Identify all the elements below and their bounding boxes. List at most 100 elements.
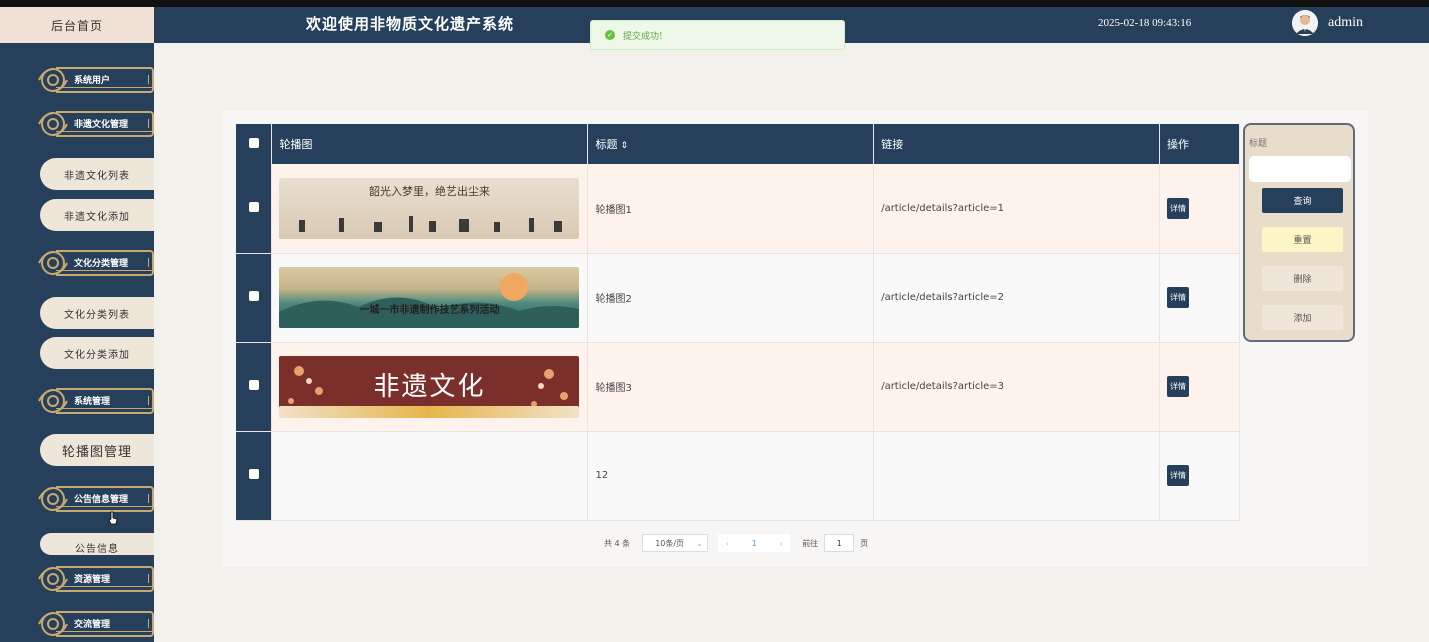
table-row: 12 详情 [236, 405, 1240, 521]
prev-page-icon[interactable]: ‹ [718, 534, 737, 552]
sidebar-item-category-add[interactable]: 文化分类添加 [40, 337, 154, 369]
next-page-icon[interactable]: › [772, 534, 791, 552]
actions-cell: 详情 [1159, 253, 1240, 343]
title-cell: 轮播图3 [587, 342, 875, 432]
sort-icon[interactable]: ⇕ [620, 141, 628, 151]
sidebar-item-category-list[interactable]: 文化分类列表 [40, 297, 154, 329]
detail-button[interactable]: 详情 [1167, 376, 1190, 397]
user-avatar[interactable] [1292, 10, 1318, 36]
sidebar-item-heritage-add[interactable]: 非遗文化添加 [40, 199, 154, 231]
sidebar-item-announcement[interactable]: 公告信息 [40, 533, 154, 555]
row-checkbox[interactable] [248, 380, 259, 390]
detail-button[interactable]: 详情 [1167, 197, 1190, 219]
sidebar-group-label: 公告信息管理 [74, 495, 129, 505]
image-cell [271, 405, 589, 521]
home-tab[interactable]: 后台首页 [0, 7, 154, 43]
sidebar-group-exchange[interactable]: 交流管理 [36, 608, 154, 640]
user-avatar-icon [1292, 10, 1318, 36]
column-header-title[interactable]: 标题 ⇕ [587, 124, 875, 164]
chevron-down-icon: ⌄ [696, 538, 703, 548]
title-search-input[interactable] [1249, 156, 1351, 182]
cloud-knot-icon [38, 567, 68, 591]
sidebar-group-label: 系统管理 [74, 397, 111, 407]
banner-landscape-graphic [279, 273, 580, 328]
chevron-icon [148, 75, 153, 84]
page-unit-label: 页 [860, 538, 869, 548]
column-header-actions: 操作 [1159, 124, 1240, 164]
query-button[interactable]: 查询 [1262, 188, 1343, 213]
banner-caption: 一城一市非遗制作技艺系列活动 [359, 305, 500, 316]
title-cell: 轮播图2 [587, 253, 875, 343]
sidebar-group-label: 系统用户 [74, 76, 111, 86]
cloud-knot-icon [38, 68, 68, 92]
pagination: 共 4 条 10条/页 ⌄ ‹ 1 › 前往 1 页 [604, 533, 868, 553]
search-panel: 标题 查询 重置 删除 添加 [1243, 123, 1355, 342]
carousel-table: 轮播图 标题 ⇕ 链接 操作 韶光入梦里，绝艺出尘来 轮播图1 /article/… [236, 124, 1240, 521]
chevron-icon [148, 494, 153, 503]
row-select-cell [236, 253, 273, 343]
actions-cell: 详情 [1159, 431, 1240, 521]
banner-caption: 非遗文化 [373, 372, 486, 402]
banner-figures-graphic [299, 215, 563, 232]
title-cell: 12 [587, 431, 875, 521]
link-cell [873, 431, 1161, 521]
cloud-knot-icon [38, 251, 68, 275]
image-cell: 一城一市非遗制作技艺系列活动 [271, 253, 589, 343]
success-toast: ✓ 提交成功! [590, 20, 845, 50]
sidebar-item-carousel[interactable]: 轮播图管理 [40, 434, 154, 466]
link-cell: /article/details?article=2 [873, 253, 1161, 343]
image-cell: 非遗文化 [271, 342, 589, 432]
system-title: 欢迎使用非物质文化遗产系统 [306, 15, 515, 33]
reset-button[interactable]: 重置 [1262, 227, 1343, 252]
sidebar-group-system-management[interactable]: 系统管理 [36, 385, 154, 417]
table-row: 非遗文化 轮播图3 /article/details?article=3 详情 [236, 342, 1240, 432]
row-checkbox[interactable] [248, 469, 259, 479]
chevron-icon [148, 258, 153, 267]
select-all-cell [236, 124, 273, 164]
column-header-image: 轮播图 [271, 124, 589, 164]
total-count: 共 4 条 [604, 538, 631, 548]
delete-button[interactable]: 删除 [1262, 266, 1343, 291]
sidebar-group-system-users[interactable]: 系统用户 [36, 64, 154, 96]
current-page[interactable]: 1 [736, 534, 773, 552]
detail-button[interactable]: 详情 [1167, 465, 1190, 486]
goto-page-input[interactable]: 1 [824, 534, 855, 552]
row-checkbox[interactable] [248, 291, 259, 301]
actions-cell: 详情 [1159, 342, 1240, 432]
carousel-image: 一城一市非遗制作技艺系列活动 [279, 267, 580, 328]
actions-cell: 详情 [1159, 164, 1240, 254]
link-cell: /article/details?article=3 [873, 342, 1161, 432]
chevron-icon [148, 619, 153, 628]
table-row: 韶光入梦里，绝艺出尘来 轮播图1 /article/details?articl… [236, 164, 1240, 254]
column-header-link: 链接 [873, 124, 1161, 164]
sidebar-group-announcements[interactable]: 公告信息管理 [36, 483, 154, 515]
detail-button[interactable]: 详情 [1167, 287, 1190, 308]
carousel-image [279, 405, 580, 418]
sidebar-group-label: 文化分类管理 [74, 259, 129, 269]
window-top-edge [0, 0, 1429, 7]
chevron-icon [148, 574, 153, 583]
username[interactable]: admin [1328, 15, 1363, 31]
sidebar-group-label: 交流管理 [74, 620, 111, 630]
cloud-knot-icon [38, 112, 68, 136]
sidebar-group-category[interactable]: 文化分类管理 [36, 247, 154, 279]
row-select-cell [236, 431, 273, 521]
row-checkbox[interactable] [248, 201, 259, 212]
check-circle-icon: ✓ [605, 30, 615, 40]
datetime-display: 2025-02-18 09:43:16 [1098, 17, 1192, 29]
title-filter-label: 标题 [1249, 139, 1268, 149]
cloud-knot-icon [38, 612, 68, 636]
select-all-checkbox[interactable] [248, 137, 259, 148]
chevron-icon [148, 396, 153, 405]
add-button[interactable]: 添加 [1262, 305, 1343, 330]
chevron-icon [148, 119, 153, 128]
sidebar-group-label: 资源管理 [74, 575, 111, 585]
page-size-select[interactable]: 10条/页 ⌄ [642, 534, 709, 552]
goto-label: 前往 [802, 538, 819, 548]
toast-message: 提交成功! [623, 31, 663, 42]
row-select-cell [236, 164, 273, 254]
sidebar-group-resources[interactable]: 资源管理 [36, 563, 154, 595]
sidebar-group-heritage[interactable]: 非遗文化管理 [36, 108, 154, 140]
carousel-image: 韶光入梦里，绝艺出尘来 [279, 177, 580, 239]
sidebar-item-heritage-list[interactable]: 非遗文化列表 [40, 158, 154, 190]
